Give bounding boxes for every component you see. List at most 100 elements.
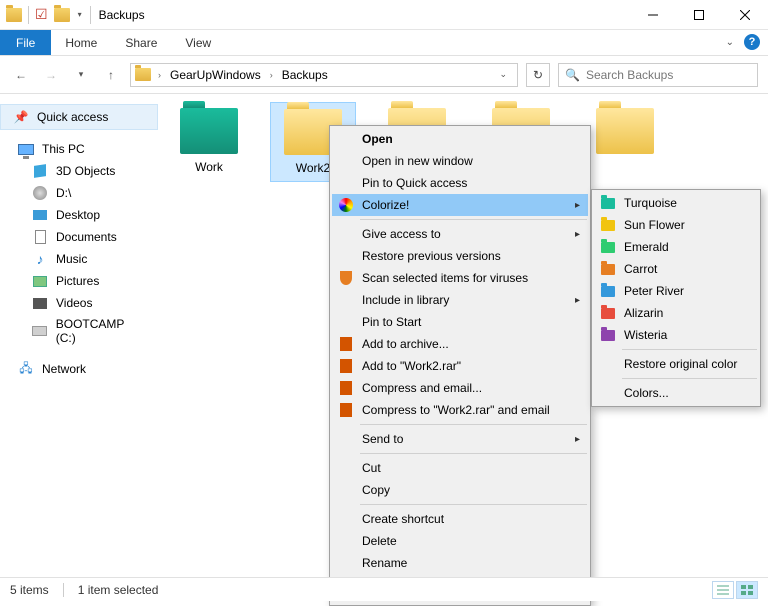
tab-view[interactable]: View (171, 30, 225, 55)
folder-icon (180, 108, 238, 154)
menu-item[interactable]: Colorize!▸ (332, 194, 588, 216)
sidebar-item-desktop[interactable]: Desktop (0, 204, 158, 226)
properties-icon[interactable]: ☑ (35, 6, 48, 23)
menu-item[interactable]: Copy (332, 479, 588, 501)
sidebar-item-documents[interactable]: Documents (0, 226, 158, 248)
sidebar-item-label: Videos (56, 296, 92, 310)
sidebar-this-pc[interactable]: This PC (0, 138, 158, 160)
menu-item[interactable]: Include in library ▸ (332, 289, 588, 311)
folder-swatch-icon (600, 239, 616, 255)
tab-share[interactable]: Share (111, 30, 171, 55)
close-button[interactable] (722, 0, 768, 30)
menu-item[interactable]: Cut (332, 457, 588, 479)
chevron-right-icon[interactable]: › (267, 70, 276, 80)
menu-item[interactable]: Send to▸ (332, 428, 588, 450)
menu-item[interactable]: Compress and email... (332, 377, 588, 399)
menu-item[interactable]: Compress to "Work2.rar" and email (332, 399, 588, 421)
menu-item[interactable]: Delete (332, 530, 588, 552)
recent-dropdown-icon[interactable]: ▾ (70, 64, 92, 86)
breadcrumb[interactable]: Backups (280, 68, 330, 82)
menu-item[interactable]: Add to "Work2.rar" (332, 355, 588, 377)
menu-item[interactable]: Create shortcut (332, 508, 588, 530)
minimize-button[interactable] (630, 0, 676, 30)
folder-label: Work (195, 160, 223, 174)
menu-item-label: Colors... (624, 386, 669, 400)
chevron-right-icon: ▸ (575, 295, 580, 306)
sidebar-item-drive-d[interactable]: D:\ (0, 182, 158, 204)
menu-item[interactable]: Open in new window (332, 150, 588, 172)
monitor-icon (18, 141, 34, 157)
refresh-button[interactable]: ↻ (526, 63, 550, 87)
color-option[interactable]: Carrot (594, 258, 758, 280)
chevron-right-icon[interactable]: › (155, 70, 164, 80)
folder-icon (596, 108, 654, 154)
back-button[interactable]: ← (10, 64, 32, 86)
view-icons-button[interactable] (736, 581, 758, 599)
menu-item-label: Add to "Work2.rar" (362, 359, 461, 373)
custom-colors[interactable]: Colors... (594, 382, 758, 404)
sidebar-item-bootcamp-c[interactable]: BOOTCAMP (C:) (0, 314, 158, 348)
folder-swatch-icon (600, 283, 616, 299)
address-bar[interactable]: › GearUpWindows › Backups ⌄ (130, 63, 518, 87)
view-details-button[interactable] (712, 581, 734, 599)
menu-item-label: Include in library (362, 293, 449, 307)
color-option[interactable]: Turquoise (594, 192, 758, 214)
chevron-right-icon: ▸ (575, 229, 580, 240)
folder-item[interactable] (582, 102, 668, 182)
sidebar-item-label: Music (56, 252, 87, 266)
menu-item[interactable]: Restore previous versions (332, 245, 588, 267)
menu-item[interactable]: Scan selected items for viruses (332, 267, 588, 289)
separator (360, 504, 587, 505)
menu-item-label: Copy (362, 483, 390, 497)
color-option[interactable]: Wisteria (594, 324, 758, 346)
address-dropdown-icon[interactable]: ⌄ (493, 69, 513, 80)
menu-item-label: Add to archive... (362, 337, 449, 351)
color-option[interactable]: Emerald (594, 236, 758, 258)
quick-access-toolbar: ☑ ▾ (0, 6, 91, 24)
restore-color[interactable]: Restore original color (594, 353, 758, 375)
title-bar: ☑ ▾ Backups (0, 0, 768, 30)
menu-item-label: Peter River (624, 284, 684, 298)
sidebar-item-label: D:\ (56, 186, 71, 200)
help-icon[interactable]: ? (744, 34, 760, 50)
menu-item-label: Give access to (362, 227, 441, 241)
sidebar-quick-access[interactable]: 📌 Quick access (0, 104, 158, 130)
color-option[interactable]: Alizarin (594, 302, 758, 324)
menu-item[interactable]: Pin to Quick access (332, 172, 588, 194)
menu-item[interactable]: Give access to ▸ (332, 223, 588, 245)
star-icon: 📌 (13, 109, 29, 125)
sidebar-network[interactable]: 🖧Network (0, 358, 158, 380)
search-input[interactable]: 🔍 Search Backups (558, 63, 758, 87)
menu-item-label: Compress and email... (362, 381, 482, 395)
maximize-button[interactable] (676, 0, 722, 30)
qat-dropdown-icon[interactable]: ▾ (76, 10, 84, 19)
menu-item-label: Cut (362, 461, 381, 475)
sidebar-item-3d-objects[interactable]: 3D Objects (0, 160, 158, 182)
folder-item[interactable]: Work (166, 102, 252, 182)
folder-icon[interactable] (54, 8, 70, 22)
sidebar-item-music[interactable]: ♪ Music (0, 248, 158, 270)
menu-item-label: Open in new window (362, 154, 473, 168)
menu-item-label: Create shortcut (362, 512, 444, 526)
file-tab[interactable]: File (0, 30, 51, 55)
color-option[interactable]: Peter River (594, 280, 758, 302)
color-option[interactable]: Sun Flower (594, 214, 758, 236)
window-title: Backups (91, 8, 145, 22)
menu-item-label: Pin to Quick access (362, 176, 467, 190)
menu-item-label: Compress to "Work2.rar" and email (362, 403, 550, 417)
archive-icon (338, 380, 354, 396)
music-icon: ♪ (32, 251, 48, 267)
colorize-submenu: TurquoiseSun FlowerEmeraldCarrot Peter Ri… (591, 189, 761, 407)
sidebar-item-videos[interactable]: Videos (0, 292, 158, 314)
breadcrumb[interactable]: GearUpWindows (168, 68, 263, 82)
up-button[interactable]: ↑ (100, 64, 122, 86)
menu-item[interactable]: Open (332, 128, 588, 150)
menu-item[interactable]: Pin to Start (332, 311, 588, 333)
ribbon-collapse-icon[interactable]: ⌄ (726, 37, 734, 48)
menu-item[interactable]: Add to archive... (332, 333, 588, 355)
separator (63, 583, 64, 597)
forward-button[interactable]: → (40, 64, 62, 86)
tab-home[interactable]: Home (51, 30, 111, 55)
menu-item[interactable]: Rename (332, 552, 588, 574)
sidebar-item-pictures[interactable]: Pictures (0, 270, 158, 292)
